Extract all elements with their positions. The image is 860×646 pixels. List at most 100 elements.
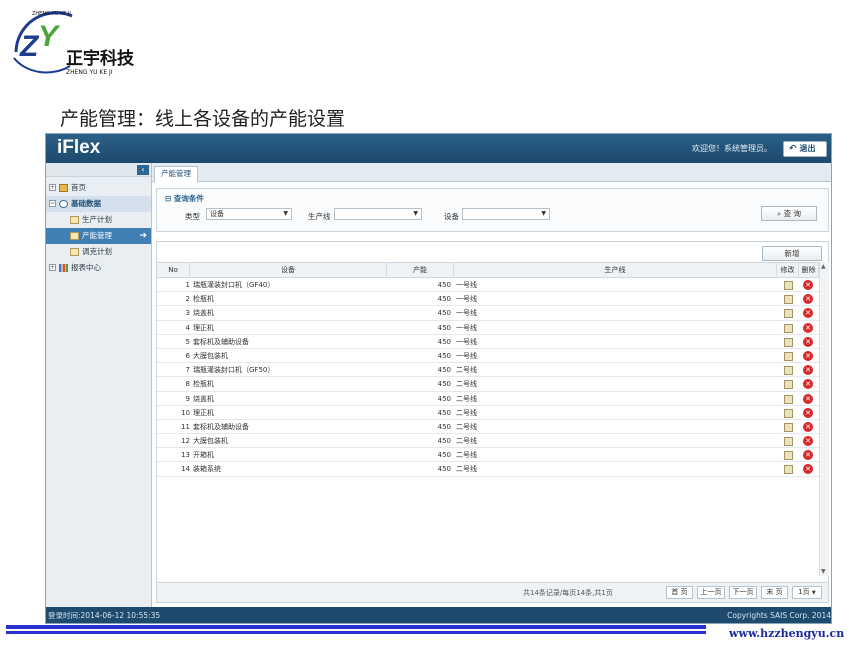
search-button-label: 查 询: [783, 209, 801, 218]
edit-icon[interactable]: [784, 408, 793, 418]
table-row[interactable]: 4 理正机 450 一号线 ✕: [157, 321, 819, 335]
column-header-capacity[interactable]: 产能: [387, 263, 454, 278]
logout-button[interactable]: ↶ 退出: [783, 141, 827, 157]
cell-line: 二号线: [456, 422, 477, 431]
sidebar-item-reports[interactable]: + 报表中心: [46, 260, 151, 276]
sidebar-item-base-data[interactable]: − 基础数据: [46, 196, 151, 212]
delete-icon[interactable]: ✕: [803, 322, 813, 333]
table-row[interactable]: 12 大膜包装机 450 二号线 ✕: [157, 434, 819, 449]
delete-icon[interactable]: ✕: [803, 336, 813, 347]
table-row[interactable]: 10 理正机 450 二号线 ✕: [157, 406, 819, 420]
table-row[interactable]: 8 检瓶机 450 二号线 ✕: [157, 377, 819, 392]
sidebar-item-production-plan[interactable]: 生产计划: [46, 212, 151, 228]
cell-device: 装箱系统: [193, 465, 221, 474]
cell-line: 二号线: [456, 394, 477, 403]
table-row[interactable]: 2 检瓶机 450 一号线 ✕: [157, 292, 819, 307]
edit-icon[interactable]: [784, 366, 793, 376]
line-select[interactable]: ▼: [334, 208, 422, 220]
delete-icon[interactable]: ✕: [803, 308, 813, 319]
collapse-icon[interactable]: −: [49, 200, 56, 207]
edit-icon[interactable]: [784, 295, 793, 305]
table-row[interactable]: 9 烧盖机 450 二号线 ✕: [157, 392, 819, 406]
table-header: No 设备 产能 生产线 修改 删除: [157, 262, 819, 278]
query-title: ⊟ 查询条件: [165, 194, 204, 203]
add-button[interactable]: 新增: [762, 246, 822, 261]
table-row[interactable]: 11 套标机及辅助设备 450 二号线 ✕: [157, 420, 819, 435]
table-row[interactable]: 14 装箱系统 450 二号线 ✕: [157, 462, 819, 477]
cell-no: 3: [185, 309, 190, 318]
device-select[interactable]: ▼: [462, 208, 550, 220]
delete-icon[interactable]: ✕: [803, 280, 813, 290]
cell-capacity: 450: [437, 408, 451, 417]
sidebar-item-home[interactable]: + 首页: [46, 180, 151, 196]
edit-icon[interactable]: [784, 309, 793, 319]
folder-icon: [70, 248, 79, 256]
sidebar-item-adjust-plan[interactable]: 调克计划: [46, 244, 151, 260]
delete-icon[interactable]: ✕: [803, 421, 813, 432]
svg-text:ZHENG YU KE JI: ZHENG YU KE JI: [66, 69, 113, 76]
table-row[interactable]: 6 大膜包装机 450 一号线 ✕: [157, 349, 819, 364]
cell-line: 一号线: [456, 281, 477, 289]
next-page-button[interactable]: 下一页: [729, 586, 757, 599]
edit-icon[interactable]: [784, 380, 793, 390]
table-row[interactable]: 13 开箱机 450 二号线 ✕: [157, 448, 819, 463]
table-row[interactable]: 3 烧盖机 450 一号线 ✕: [157, 306, 819, 321]
scroll-up-icon[interactable]: ▲: [821, 263, 826, 270]
cell-no: 13: [181, 451, 190, 460]
sidebar-item-label: 调克计划: [82, 247, 112, 256]
column-header-no[interactable]: No: [157, 263, 190, 278]
sidebar-item-capacity[interactable]: 产能管理 ➔: [46, 228, 151, 244]
edit-icon[interactable]: [784, 422, 793, 432]
column-header-delete: 删除: [799, 263, 819, 278]
last-page-button[interactable]: 末 页: [761, 586, 788, 599]
table-row[interactable]: 5 套标机及辅助设备 450 一号线 ✕: [157, 335, 819, 349]
scroll-down-icon[interactable]: ▼: [821, 568, 826, 575]
expand-icon[interactable]: +: [49, 184, 56, 191]
edit-icon[interactable]: [784, 323, 793, 333]
cell-no: 9: [185, 394, 190, 403]
cell-capacity: 450: [437, 422, 451, 431]
cell-line: 二号线: [456, 451, 477, 460]
edit-icon[interactable]: [784, 465, 793, 475]
type-select[interactable]: 设备 ▼: [206, 208, 292, 220]
delete-icon[interactable]: ✕: [803, 464, 813, 475]
search-icon: ⌕: [777, 209, 782, 218]
column-header-line[interactable]: 生产线: [454, 263, 777, 278]
delete-icon[interactable]: ✕: [803, 393, 813, 404]
cell-capacity: 450: [437, 366, 451, 375]
delete-icon[interactable]: ✕: [803, 379, 813, 390]
delete-icon[interactable]: ✕: [803, 436, 813, 447]
page-select[interactable]: 1页 ▼: [792, 586, 822, 599]
edit-icon[interactable]: [784, 437, 793, 447]
login-time: 登录时间:2014-06-12 10:55:35: [48, 611, 161, 620]
cell-line: 一号线: [456, 323, 477, 332]
edit-icon[interactable]: [784, 337, 793, 347]
first-page-button[interactable]: 首 页: [666, 586, 693, 599]
edit-icon[interactable]: [784, 394, 793, 404]
cell-no: 10: [181, 408, 190, 417]
clock-icon: [59, 200, 68, 208]
delete-icon[interactable]: ✕: [803, 407, 813, 418]
delete-icon[interactable]: ✕: [803, 350, 813, 361]
edit-icon[interactable]: [784, 351, 793, 361]
table-row[interactable]: 7 瑞瓶灌装封口机（GF50） 450 二号线 ✕: [157, 363, 819, 378]
cell-line: 二号线: [456, 437, 477, 446]
edit-icon[interactable]: [784, 451, 793, 461]
collapse-sidebar-icon[interactable]: ‹: [137, 165, 149, 175]
edit-icon[interactable]: [784, 281, 793, 290]
delete-icon[interactable]: ✕: [803, 294, 813, 305]
prev-page-button[interactable]: 上一页: [697, 586, 725, 599]
website-url: www.hzzhengyu.cn: [729, 627, 845, 640]
delete-icon[interactable]: ✕: [803, 450, 813, 461]
iflex-window: iFlex 欢迎您！系统管理员。 ↶ 退出 ‹ + 首页 − 基础数据 生产计划…: [45, 133, 832, 624]
cell-no: 6: [185, 351, 190, 360]
vertical-scrollbar[interactable]: ▲ ▼: [819, 262, 829, 576]
expand-icon[interactable]: +: [49, 264, 56, 271]
search-button[interactable]: ⌕ 查 询: [761, 206, 817, 221]
tab-capacity[interactable]: 产能管理: [154, 166, 198, 182]
table-row[interactable]: 1 瑞瓶灌装封口机（GF40） 450 一号线 ✕: [157, 278, 819, 293]
table-body: 1 瑞瓶灌装封口机（GF40） 450 一号线 ✕ 2 检瓶机 450 一号线 ✕ 3 烧盖机 450 一…: [157, 278, 819, 477]
delete-icon[interactable]: ✕: [803, 365, 813, 376]
logout-icon: ↶: [789, 144, 797, 154]
column-header-device[interactable]: 设备: [190, 263, 387, 278]
